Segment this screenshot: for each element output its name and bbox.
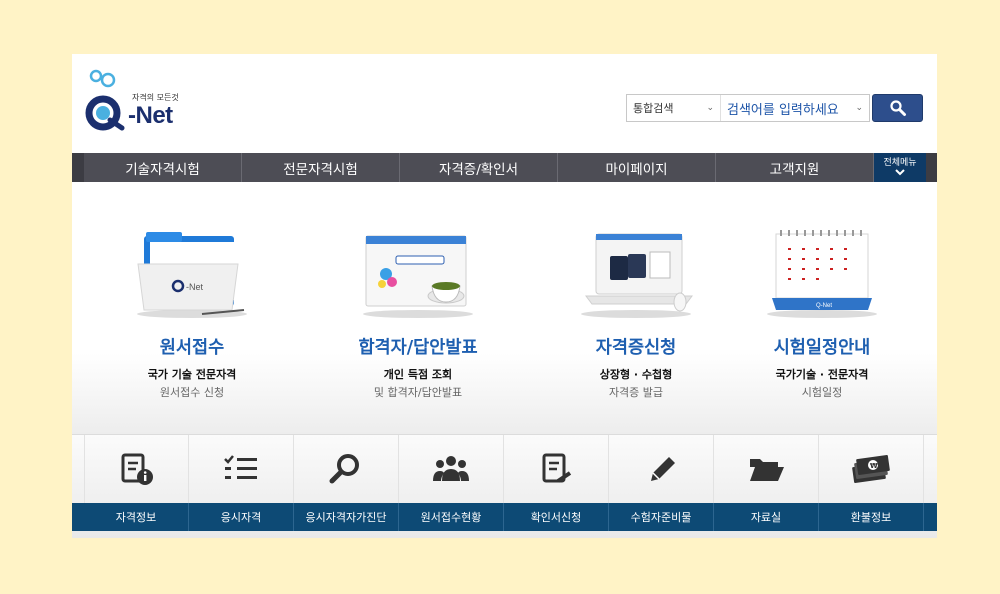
nav-item-mypage[interactable]: 마이페이지 xyxy=(558,153,716,182)
nav-item-certificate[interactable]: 자격증/확인서 xyxy=(400,153,558,182)
main-nav: 기술자격시험 전문자격시험 자격증/확인서 마이페이지 고객지원 전체메뉴 xyxy=(72,153,937,182)
feature-application[interactable]: -Net 원서접수 국가 기술 전문자격 원서접수 신청 xyxy=(102,182,318,434)
pencil-icon xyxy=(651,457,675,481)
quick-link-self-check[interactable] xyxy=(294,435,399,503)
feature-title: 자격증신청 xyxy=(595,338,677,358)
quick-link-library[interactable] xyxy=(714,435,819,503)
nav-item-pro-exam[interactable]: 전문자격시험 xyxy=(242,153,400,182)
logo-text: -Net xyxy=(128,102,173,129)
quick-label-self-check[interactable]: 응시자격자가진단 xyxy=(294,503,399,531)
quick-link-application-status[interactable] xyxy=(399,435,504,503)
feature-subtitle: 국가 기술 전문자격 xyxy=(147,368,237,381)
quick-label-qual-info[interactable]: 자격정보 xyxy=(84,503,189,531)
folder-open-icon xyxy=(750,459,784,481)
quick-link-refund[interactable]: ₩ xyxy=(819,435,924,503)
quick-link-labels: 자격정보 응시자격 응시자격자가진단 원서접수현황 확인서신청 수험자준비물 자… xyxy=(72,503,937,531)
svg-text:₩: ₩ xyxy=(870,462,878,470)
chevron-down-icon: ⌄ xyxy=(855,103,863,113)
all-menu-label: 전체메뉴 xyxy=(883,158,917,169)
qnet-page: 자격의 모든것 -Net 통합검색 ⌄ 검색어를 입력하세요 ⌄ 기술자격시험 … xyxy=(72,54,937,538)
quick-label-refund[interactable]: 환불정보 xyxy=(819,503,924,531)
feature-description: 및 합격자/답안발표 xyxy=(373,386,463,399)
all-menu-button[interactable]: 전체메뉴 xyxy=(874,153,926,182)
chevron-down-icon xyxy=(895,169,905,176)
quick-link-confirmation[interactable] xyxy=(504,435,609,503)
feature-description: 원서접수 신청 xyxy=(159,386,225,399)
calendar-icon: Q-Net xyxy=(767,230,877,318)
feature-description: 자격증 발급 xyxy=(608,386,664,399)
document-info-icon xyxy=(121,453,153,485)
search-input[interactable]: 검색어를 입력하세요 ⌄ xyxy=(721,95,869,121)
feature-results[interactable]: 합격자/답안발표 개인 득점 조회 및 합격자/답안발표 xyxy=(328,182,544,434)
feature-subtitle: 상장형 · 수첩형 xyxy=(599,368,673,381)
quick-label-library[interactable]: 자료실 xyxy=(714,503,819,531)
feature-subtitle: 국가기술 · 전문자격 xyxy=(775,368,869,381)
browser-window-icon xyxy=(363,235,473,318)
quick-label-application-status[interactable]: 원서접수현황 xyxy=(399,503,504,531)
people-icon xyxy=(433,456,469,481)
quick-link-supplies[interactable] xyxy=(609,435,714,503)
quick-link-eligibility[interactable] xyxy=(189,435,294,503)
nav-item-tech-exam[interactable]: 기술자격시험 xyxy=(84,153,242,182)
document-edit-icon xyxy=(542,453,572,483)
feature-title: 합격자/답안발표 xyxy=(358,338,478,358)
chevron-down-icon: ⌄ xyxy=(706,103,714,113)
money-icon: ₩ xyxy=(852,454,890,484)
svg-text:-Net: -Net xyxy=(186,282,204,292)
folder-icon: -Net xyxy=(137,232,247,318)
search-scope-label: 통합검색 xyxy=(633,102,674,115)
search-box: 통합검색 ⌄ 검색어를 입력하세요 ⌄ xyxy=(626,94,870,122)
checklist-icon xyxy=(224,455,257,479)
feature-description: 시험일정 xyxy=(801,386,843,399)
search-icon xyxy=(889,100,906,116)
feature-schedule[interactable]: Q-Net 시험일정안내 국가기술 · 전문자격 시험일정 xyxy=(732,182,937,434)
quick-label-confirmation[interactable]: 확인서신청 xyxy=(504,503,609,531)
feature-section: -Net 원서접수 국가 기술 전문자격 원서접수 신청 합격자/답안발표 개인… xyxy=(72,182,937,434)
quick-links: ₩ 자격정보 응시자격 응시자격자가진단 원서접수현황 확인서신청 수험자준비물… xyxy=(72,434,937,538)
laptop-certificate-icon xyxy=(581,233,693,318)
nav-item-support[interactable]: 고객지원 xyxy=(716,153,874,182)
magnifier-icon xyxy=(329,454,359,484)
svg-text:Q-Net: Q-Net xyxy=(816,303,832,309)
quick-link-qual-info[interactable] xyxy=(84,435,189,503)
feature-certificate[interactable]: 자격증신청 상장형 · 수첩형 자격증 발급 xyxy=(546,182,762,434)
feature-title: 원서접수 xyxy=(159,338,225,358)
search-placeholder: 검색어를 입력하세요 xyxy=(727,102,839,118)
quick-label-supplies[interactable]: 수험자준비물 xyxy=(609,503,714,531)
search-button[interactable] xyxy=(872,94,923,122)
feature-title: 시험일정안내 xyxy=(773,338,871,358)
feature-subtitle: 개인 득점 조회 xyxy=(383,368,453,381)
quick-label-eligibility[interactable]: 응시자격 xyxy=(189,503,294,531)
search-scope-select[interactable]: 통합검색 ⌄ xyxy=(627,95,721,121)
qnet-logo[interactable]: 자격의 모든것 -Net xyxy=(82,68,192,134)
